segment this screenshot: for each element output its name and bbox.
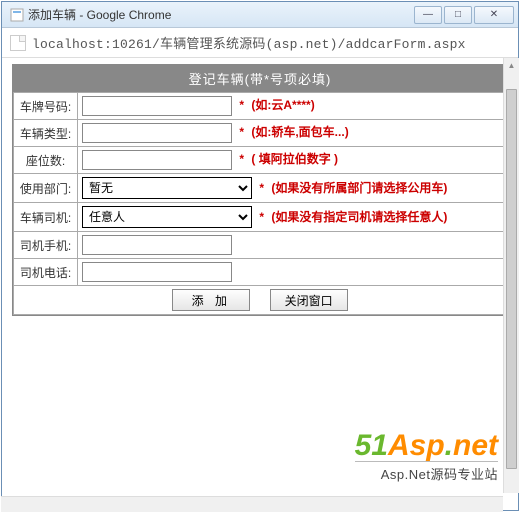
close-button[interactable]: ✕: [474, 6, 514, 24]
page-icon: [10, 35, 26, 51]
mobile-input[interactable]: [82, 235, 232, 255]
address-bar: localhost:10261/车辆管理系统源码(asp.net)/addcar…: [2, 28, 518, 58]
app-icon: [10, 8, 24, 22]
seats-input[interactable]: [82, 150, 232, 170]
driver-label: 车辆司机:: [14, 203, 78, 232]
dept-select[interactable]: 暂无: [82, 177, 252, 199]
seats-hint: ( 填阿拉伯数字 ): [251, 152, 338, 166]
horizontal-scrollbar[interactable]: [1, 496, 503, 512]
required-mark: *: [239, 98, 244, 112]
seats-label: 座位数:: [14, 147, 78, 174]
phone-label: 司机电话:: [14, 259, 78, 286]
phone-input[interactable]: [82, 262, 232, 282]
plate-hint: (如:云A****): [251, 98, 314, 112]
required-mark: *: [239, 152, 244, 166]
dept-label: 使用部门:: [14, 174, 78, 203]
type-hint: (如:轿车,面包车...): [251, 125, 348, 139]
scroll-thumb[interactable]: [506, 89, 517, 469]
minimize-button[interactable]: —: [414, 6, 442, 24]
driver-hint: (如果没有指定司机请选择任意人): [271, 210, 447, 224]
mobile-label: 司机手机:: [14, 232, 78, 259]
close-window-button[interactable]: 关闭窗口: [270, 289, 348, 311]
vertical-scrollbar[interactable]: ▲: [503, 58, 519, 493]
driver-select[interactable]: 任意人: [82, 206, 252, 228]
type-input[interactable]: [82, 123, 232, 143]
window-title: 添加车辆 - Google Chrome: [28, 6, 414, 23]
required-mark: *: [259, 181, 264, 195]
scroll-up-icon[interactable]: ▲: [504, 58, 519, 73]
add-button[interactable]: 添 加: [172, 289, 250, 311]
type-label: 车辆类型:: [14, 120, 78, 147]
maximize-button[interactable]: □: [444, 6, 472, 24]
form-panel: 登记车辆(带*号项必填) 车牌号码: * (如:云A****) 车辆类型: *: [12, 64, 508, 316]
form-header: 登记车辆(带*号项必填): [13, 65, 507, 92]
watermark-logo: 51Asp.net Asp.Net源码专业站: [355, 429, 498, 483]
url-text[interactable]: localhost:10261/车辆管理系统源码(asp.net)/addcar…: [32, 33, 466, 52]
plate-input[interactable]: [82, 96, 232, 116]
dept-hint: (如果没有所属部门请选择公用车): [271, 181, 447, 195]
window-titlebar: 添加车辆 - Google Chrome — □ ✕: [2, 2, 518, 28]
required-mark: *: [259, 210, 264, 224]
plate-label: 车牌号码:: [14, 93, 78, 120]
required-mark: *: [239, 125, 244, 139]
